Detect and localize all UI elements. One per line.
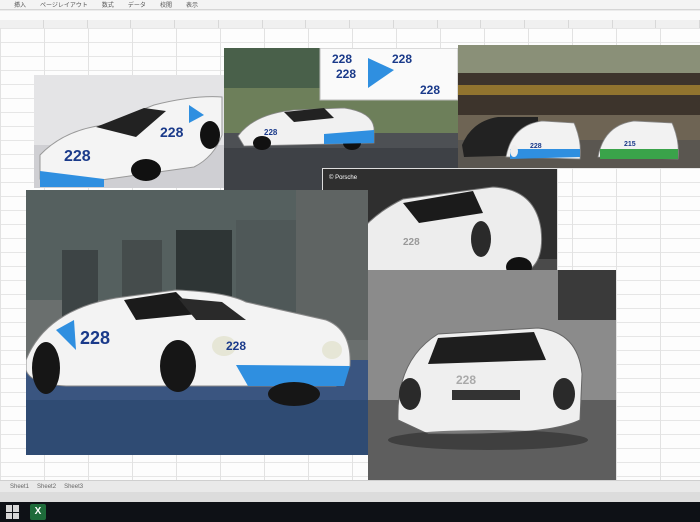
menu-insert[interactable]: 挿入 bbox=[14, 0, 26, 9]
menu-formulas[interactable]: 数式 bbox=[102, 0, 114, 9]
menu-view[interactable]: 表示 bbox=[186, 0, 198, 9]
decal-number-4: 228 bbox=[420, 83, 440, 97]
sheet-tab-1[interactable]: Sheet1 bbox=[10, 484, 29, 490]
windows-start-icon[interactable] bbox=[6, 505, 20, 519]
menu-page-layout[interactable]: ページレイアウト bbox=[40, 0, 88, 9]
photo-street-race[interactable]: 228 228 bbox=[26, 190, 368, 455]
photo-d-number: 228 bbox=[403, 237, 420, 248]
photo-pit-lane[interactable]: 228 215 bbox=[458, 45, 700, 168]
decal-sheet: 228 228 228 228 bbox=[319, 48, 458, 101]
decal-number-2: 228 bbox=[392, 52, 412, 66]
photo-b-number: 228 bbox=[264, 128, 278, 137]
photo-f-number: 228 bbox=[456, 373, 476, 387]
sheet-tabs: Sheet1 Sheet2 Sheet3 bbox=[0, 480, 700, 492]
photo-a-side-number: 228 bbox=[160, 124, 184, 140]
photo-c-number-215: 215 bbox=[624, 141, 636, 148]
menu-data[interactable]: データ bbox=[128, 0, 146, 9]
menu-review[interactable]: 校閲 bbox=[160, 0, 172, 9]
photo-bw-hillclimb-image: 228 bbox=[368, 270, 616, 480]
excel-app-icon[interactable]: X bbox=[30, 504, 46, 520]
decal-number-1: 228 bbox=[332, 52, 352, 66]
ribbon-menu: 挿入 ページレイアウト 数式 データ 校閲 表示 bbox=[0, 0, 700, 10]
photo-studio-car-image: 228 228 bbox=[34, 75, 224, 188]
photo-studio-car[interactable]: 228 228 bbox=[34, 75, 224, 188]
photo-street-race-image: 228 228 bbox=[26, 190, 368, 455]
photo-a-number: 228 bbox=[64, 148, 91, 165]
decal-number-3: 228 bbox=[336, 67, 356, 81]
photo-pit-lane-image: 228 215 bbox=[458, 45, 700, 168]
photo-e-side-number: 228 bbox=[80, 328, 110, 348]
taskbar: X bbox=[0, 502, 700, 522]
sheet-tab-3[interactable]: Sheet3 bbox=[64, 484, 83, 490]
photo-c-number-228: 228 bbox=[530, 143, 542, 150]
photo-bw-hillclimb[interactable]: 228 bbox=[368, 270, 616, 480]
sheet-tab-2[interactable]: Sheet2 bbox=[37, 484, 56, 490]
photo-credit: © Porsche bbox=[329, 174, 358, 181]
status-bar bbox=[0, 492, 700, 502]
photo-e-hood-number: 228 bbox=[226, 339, 246, 353]
